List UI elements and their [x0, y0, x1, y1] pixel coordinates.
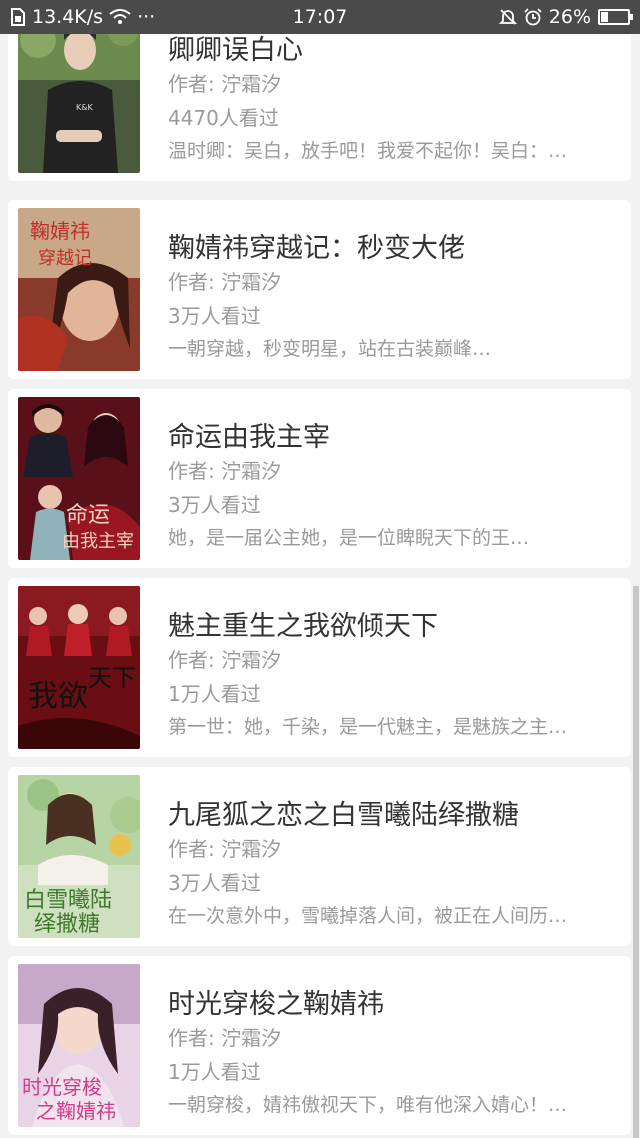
- book-cover[interactable]: 命运 由我主宰: [18, 397, 140, 560]
- wifi-icon: [109, 9, 131, 25]
- book-views: 3万人看过: [168, 871, 261, 895]
- book-title[interactable]: 九尾狐之恋之白雪曦陆绎撒糖: [168, 793, 519, 832]
- book-author: 作者: 泞霜汐: [168, 72, 282, 96]
- status-bar: 13.4K/s ··· 17:07 26%: [0, 0, 640, 34]
- svg-text:鞠婧祎: 鞠婧祎: [30, 219, 90, 243]
- book-description: 一朝穿梭，婧祎傲视天下，唯有他深入婧心！…: [168, 1094, 568, 1116]
- book-title[interactable]: 鞠婧祎穿越记：秒变大佬: [168, 226, 465, 265]
- battery-percent: 26%: [548, 6, 591, 28]
- alarm-icon: [524, 8, 542, 26]
- svg-text:穿越记: 穿越记: [38, 248, 92, 269]
- more-indicator: ···: [137, 6, 156, 28]
- book-card[interactable]: K&K 卿卿误白心 作者: 泞霜汐 4470人看过 温时卿：吴白，放手吧！我爱不…: [8, 34, 631, 181]
- book-card[interactable]: 鞠婧祎 穿越记 鞠婧祎穿越记：秒变大佬 作者: 泞霜汐 3万人看过 一朝穿越，秒…: [8, 200, 631, 379]
- book-description: 她，是一届公主她，是一位睥睨天下的王…: [168, 527, 530, 549]
- book-description: 一朝穿越，秒变明星，站在古装巅峰…: [168, 338, 492, 360]
- book-author: 作者: 泞霜汐: [168, 1026, 282, 1050]
- book-author: 作者: 泞霜汐: [168, 837, 282, 861]
- book-views: 1万人看过: [168, 682, 261, 706]
- scrollbar[interactable]: [633, 586, 639, 1138]
- bell-muted-icon: [498, 8, 517, 26]
- svg-text:绎撒糖: 绎撒糖: [34, 912, 100, 937]
- book-description: 在一次意外中，雪曦掉落人间，被正在人间历…: [168, 905, 568, 927]
- book-views: 4470人看过: [168, 106, 279, 130]
- book-cover[interactable]: 我欲 天下: [18, 586, 140, 749]
- book-views: 3万人看过: [168, 304, 261, 328]
- svg-text:由我主宰: 由我主宰: [62, 531, 134, 552]
- book-cover[interactable]: K&K: [18, 34, 140, 173]
- book-author: 作者: 泞霜汐: [168, 459, 282, 483]
- book-card[interactable]: 白雪曦陆 绎撒糖 九尾狐之恋之白雪曦陆绎撒糖 作者: 泞霜汐 3万人看过 在一次…: [8, 767, 631, 946]
- book-views: 1万人看过: [168, 1060, 261, 1084]
- book-cover[interactable]: 白雪曦陆 绎撒糖: [18, 775, 140, 938]
- svg-text:我欲: 我欲: [28, 679, 88, 714]
- book-views: 3万人看过: [168, 493, 261, 517]
- book-cover[interactable]: 鞠婧祎 穿越记: [18, 208, 140, 371]
- svg-text:时光穿梭: 时光穿梭: [22, 1075, 102, 1099]
- book-title[interactable]: 时光穿梭之鞠婧祎: [168, 982, 384, 1021]
- svg-text:白雪曦陆: 白雪曦陆: [24, 888, 112, 913]
- book-title[interactable]: 卿卿误白心: [168, 34, 303, 67]
- book-list[interactable]: K&K 卿卿误白心 作者: 泞霜汐 4470人看过 温时卿：吴白，放手吧！我爱不…: [0, 34, 640, 1138]
- book-cover[interactable]: 时光穿梭 之鞠婧祎: [18, 964, 140, 1127]
- book-description: 温时卿：吴白，放手吧！我爱不起你！吴白：…: [168, 140, 568, 162]
- book-author: 作者: 泞霜汐: [168, 270, 282, 294]
- network-speed: 13.4K/s: [32, 6, 104, 28]
- svg-text:命运: 命运: [66, 503, 110, 528]
- book-card[interactable]: 时光穿梭 之鞠婧祎 时光穿梭之鞠婧祎 作者: 泞霜汐 1万人看过 一朝穿梭，婧祎…: [8, 956, 631, 1135]
- status-right: 26%: [498, 6, 633, 28]
- book-title[interactable]: 魅主重生之我欲倾天下: [168, 604, 438, 643]
- book-description: 第一世：她，千染，是一代魅主，是魅族之主…: [168, 716, 568, 738]
- book-card[interactable]: 命运 由我主宰 命运由我主宰 作者: 泞霜汐 3万人看过 她，是一届公主她，是一…: [8, 389, 631, 568]
- book-card[interactable]: 我欲 天下 魅主重生之我欲倾天下 作者: 泞霜汐 1万人看过 第一世：她，千染，…: [8, 578, 631, 757]
- svg-text:之鞠婧祎: 之鞠婧祎: [36, 1099, 116, 1123]
- svg-text:K&K: K&K: [76, 103, 93, 112]
- battery-icon: [598, 9, 633, 25]
- sim-card-icon: [10, 8, 26, 26]
- book-author: 作者: 泞霜汐: [168, 648, 282, 672]
- status-left: 13.4K/s ···: [10, 6, 155, 28]
- svg-text:天下: 天下: [88, 664, 136, 692]
- book-title[interactable]: 命运由我主宰: [168, 415, 330, 454]
